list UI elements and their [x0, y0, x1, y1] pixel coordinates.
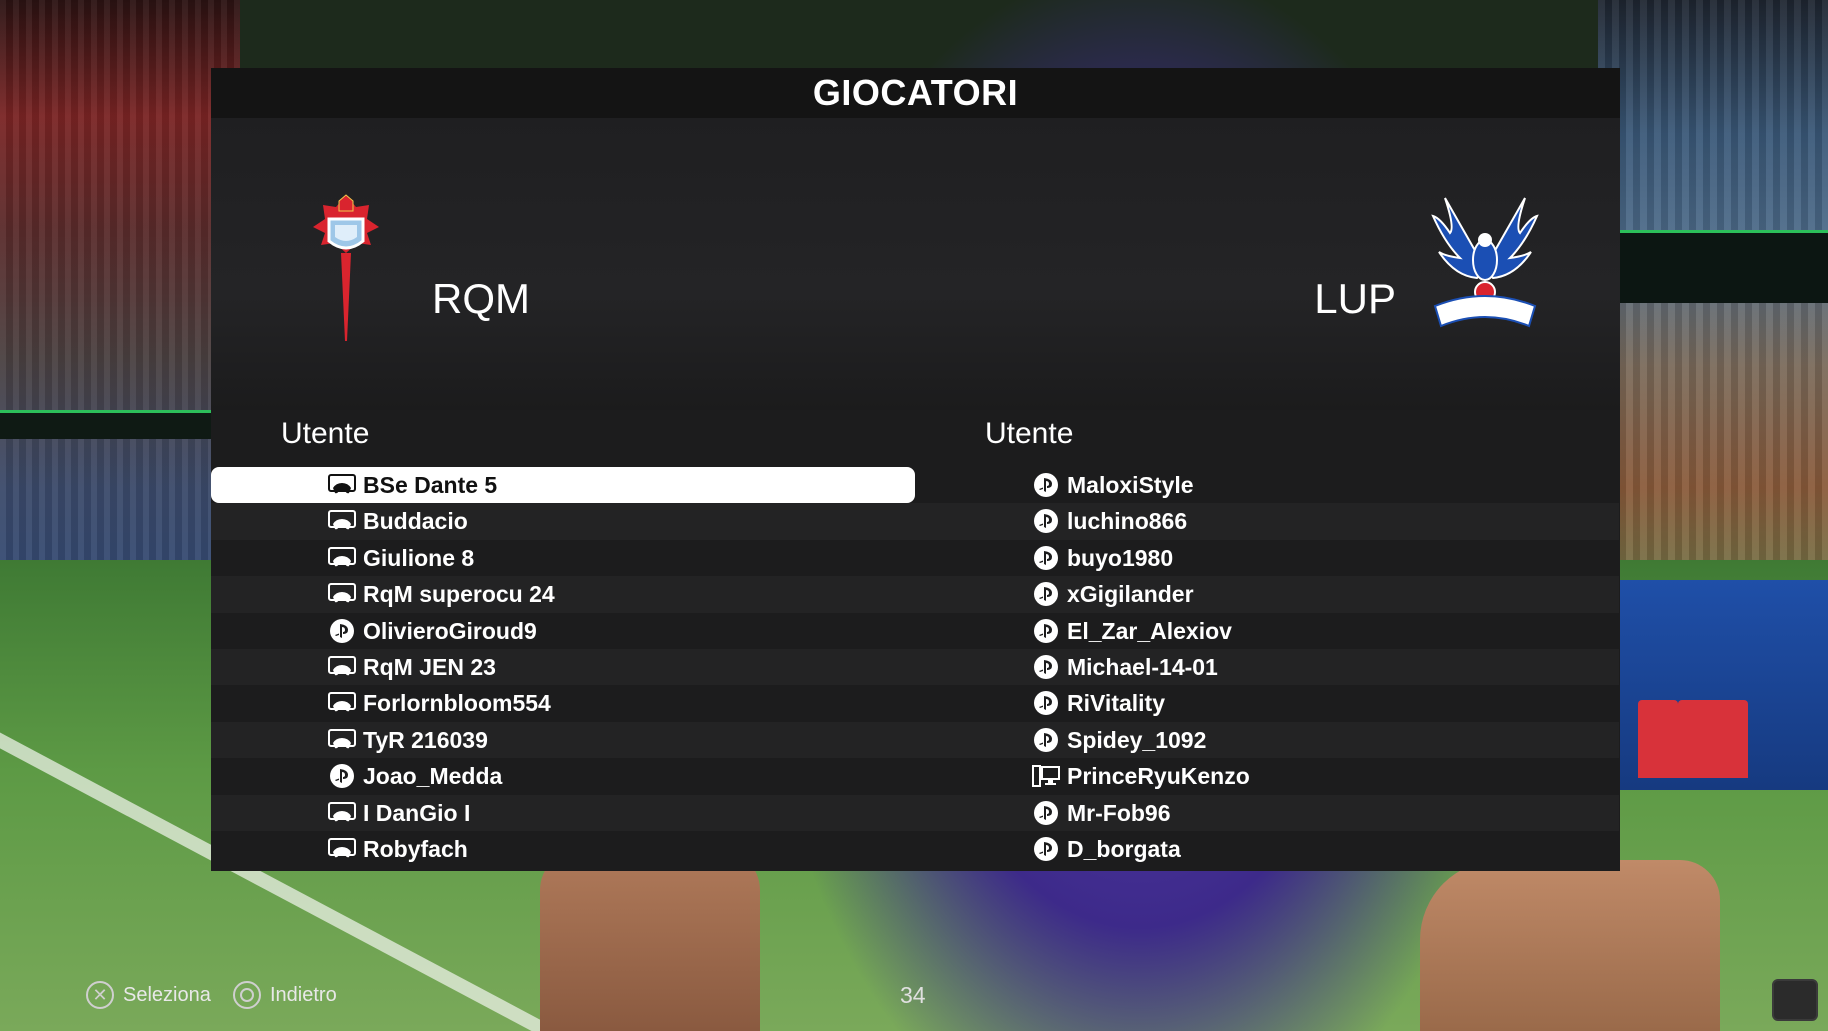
list-item[interactable]: RqM superocu 24 — [211, 576, 915, 613]
playstation-icon — [328, 618, 356, 644]
playstation-icon — [328, 763, 356, 789]
list-item[interactable]: TyR 216039 — [211, 721, 915, 759]
back-label: Indietro — [270, 983, 337, 1006]
player-name: RqM superocu 24 — [363, 581, 555, 608]
list-item[interactable]: Buddacio — [211, 503, 915, 540]
list-item[interactable]: MaloxiStyle — [915, 467, 1619, 503]
list-item[interactable]: xGigilander — [915, 576, 1619, 613]
playstation-icon — [1032, 727, 1060, 753]
playstation-icon — [1032, 508, 1060, 534]
player-name: BSe Dante 5 — [363, 472, 498, 498]
list-item[interactable]: luchino866 — [915, 503, 1619, 540]
player-name: El_Zar_Alexiov — [1067, 617, 1232, 644]
playstation-icon — [1032, 545, 1060, 571]
list-item[interactable]: I DanGio I — [211, 794, 915, 831]
list-item[interactable]: buyo1980 — [915, 540, 1619, 576]
list-item[interactable]: Giulione 8 — [211, 540, 915, 576]
playstation-icon — [1032, 472, 1060, 498]
dugout-seat — [1638, 700, 1678, 778]
list-item[interactable]: Spidey_1092 — [915, 721, 1619, 759]
player-name: Robyfach — [363, 835, 468, 862]
controller-icon — [328, 581, 356, 607]
player-name: Buddacio — [363, 508, 468, 535]
list-item[interactable]: El_Zar_Alexiov — [915, 613, 1619, 649]
channel-logo-icon — [1772, 979, 1818, 1021]
player-arm-right — [1420, 860, 1720, 1031]
dugout-seat — [1678, 700, 1748, 778]
controller-icon — [328, 545, 356, 571]
controller-icon — [328, 654, 356, 680]
player-name: MaloxiStyle — [1067, 472, 1194, 498]
list-item[interactable]: D_borgata — [915, 831, 1619, 867]
left-team-name: RQM — [432, 275, 530, 322]
list-item[interactable]: BSe Dante 5 — [211, 467, 915, 504]
playstation-icon — [1032, 836, 1060, 862]
celta-vigo-crest-icon — [301, 193, 391, 343]
player-name: D_borgata — [1067, 835, 1181, 862]
player-name: PrinceRyuKenzo — [1067, 763, 1250, 790]
circle-button-icon — [233, 981, 261, 1009]
player-name: RiVitality — [1067, 690, 1165, 717]
player-name: RqM JEN 23 — [363, 653, 496, 680]
list-item[interactable]: Joao_Medda — [211, 758, 915, 794]
select-button[interactable]: ✕ Seleziona — [86, 980, 211, 1010]
playstation-icon — [1032, 654, 1060, 680]
player-name: Forlornbloom554 — [363, 690, 551, 717]
player-name: Mr-Fob96 — [1067, 799, 1171, 826]
crowd-right — [1598, 0, 1828, 610]
left-column-header: Utente — [281, 417, 370, 450]
right-column-header: Utente — [985, 417, 1074, 450]
crystal-palace-crest-icon — [1425, 188, 1545, 348]
playstation-icon — [1032, 581, 1060, 607]
player-name: I DanGio I — [363, 799, 471, 826]
list-item[interactable]: RqM JEN 23 — [211, 648, 915, 686]
player-name: OlivieroGiroud9 — [363, 617, 537, 644]
player-name: Giulione 8 — [363, 544, 475, 571]
pc-icon — [1032, 763, 1060, 789]
player-name: Michael-14-01 — [1067, 653, 1218, 680]
left-player-list: BSe Dante 5 Buddacio Giulione 8 RqM supe… — [211, 467, 915, 867]
player-name: buyo1980 — [1067, 544, 1174, 571]
list-item[interactable]: Mr-Fob96 — [915, 794, 1619, 831]
right-player-list: MaloxiStyle luchino866 buyo1980 xGigilan… — [915, 467, 1619, 867]
controller-icon — [328, 836, 356, 862]
player-arm-left — [540, 850, 760, 1031]
list-item[interactable]: PrinceRyuKenzo — [915, 758, 1619, 794]
advertising-board-left — [0, 410, 215, 439]
player-name: luchino866 — [1067, 508, 1188, 535]
list-item[interactable]: Michael-14-01 — [915, 648, 1619, 686]
select-label: Seleziona — [123, 983, 211, 1006]
controller-icon — [328, 508, 356, 534]
playstation-icon — [1032, 800, 1060, 826]
advertising-board-right — [1598, 230, 1828, 303]
cross-button-icon: ✕ — [86, 981, 114, 1009]
crowd-left — [0, 0, 240, 650]
controller-icon — [328, 472, 356, 498]
back-button[interactable]: Indietro — [233, 980, 337, 1010]
players-panel: GIOCATORI RQM LUP Utente Utente BSe Dant… — [211, 68, 1620, 871]
controller-icon — [328, 727, 356, 753]
page-title: GIOCATORI — [211, 68, 1620, 118]
player-name: Spidey_1092 — [1067, 726, 1207, 753]
player-name: Joao_Medda — [363, 763, 503, 790]
list-item[interactable]: Robyfach — [211, 831, 915, 867]
controller-icon — [328, 800, 356, 826]
list-item[interactable]: OlivieroGiroud9 — [211, 613, 915, 649]
team-header-band — [211, 118, 1620, 410]
playstation-icon — [1032, 618, 1060, 644]
player-name: xGigilander — [1067, 581, 1194, 608]
player-name: TyR 216039 — [363, 726, 488, 753]
playstation-icon — [1032, 690, 1060, 716]
list-item[interactable]: RiVitality — [915, 685, 1619, 721]
page-number: 34 — [900, 982, 926, 1008]
list-item[interactable]: Forlornbloom554 — [211, 685, 915, 721]
controller-icon — [328, 690, 356, 716]
right-team-name: LUP — [1314, 275, 1396, 322]
